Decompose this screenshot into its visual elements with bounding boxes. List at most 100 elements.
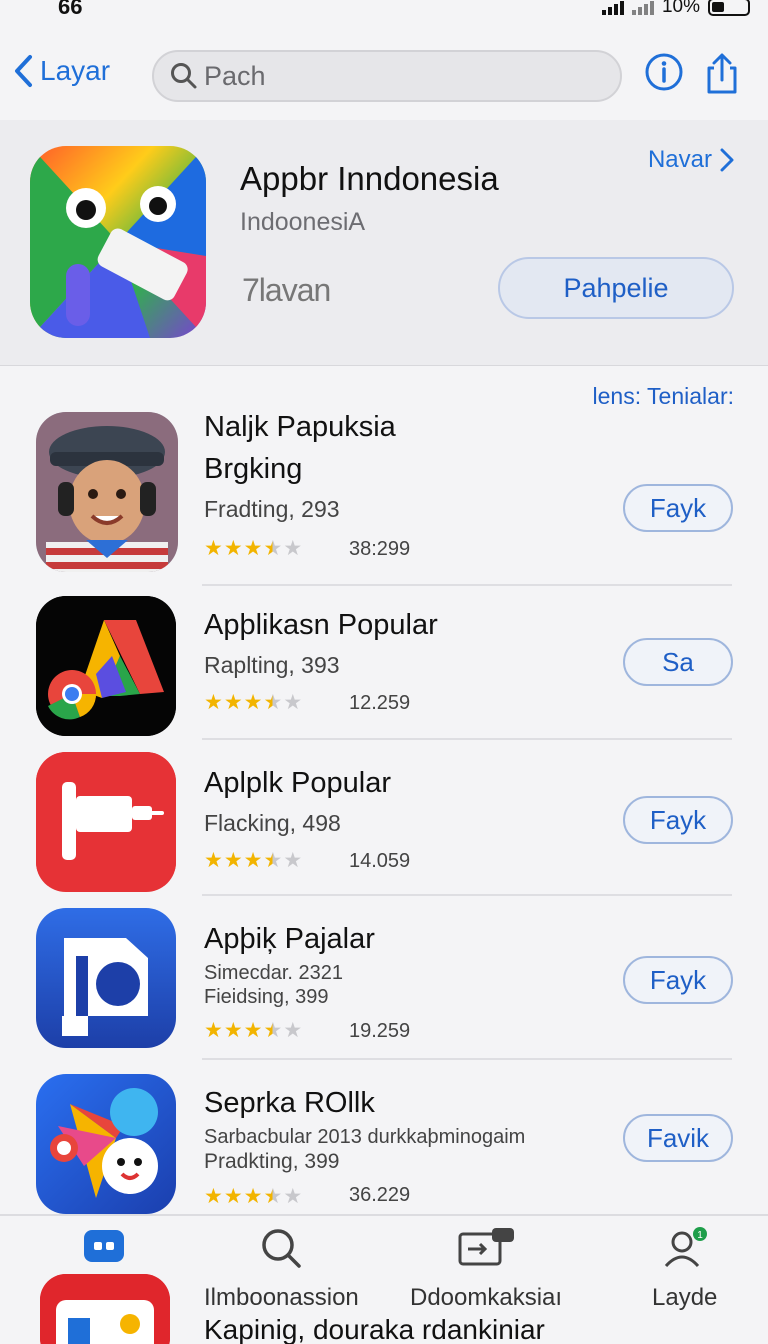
- star-empty-icon: ★: [283, 849, 303, 872]
- boy-headphones-icon: [36, 412, 178, 572]
- rating-count: 12.259: [349, 692, 411, 714]
- chevron-right-icon: [720, 148, 734, 172]
- get-button[interactable]: Fayk: [623, 956, 733, 1004]
- partial-app-title: Kapinig, douraka rdankiniar: [204, 1314, 545, 1344]
- star-rating: ★ ★ ★ ★ ★: [204, 1018, 302, 1043]
- info-icon: [645, 53, 683, 91]
- star-empty-icon: ★: [283, 691, 303, 714]
- share-button[interactable]: [702, 52, 746, 96]
- star-full-icon: ★: [204, 1185, 223, 1208]
- app-name: Aplplk Popular: [204, 767, 391, 799]
- star-full-icon: ★: [223, 691, 243, 714]
- star-rating: ★ ★ ★ ★ ★: [204, 848, 302, 873]
- star-half-icon: ★: [263, 537, 283, 560]
- back-label: Layar: [40, 55, 111, 86]
- featured-more-label: Navar: [647, 146, 712, 173]
- status-right: 10%: [601, 0, 750, 18]
- battery-percent: 10%: [661, 0, 700, 17]
- partial-app-icon: [40, 1274, 170, 1344]
- star-empty-icon: ★: [283, 1185, 303, 1208]
- star-full-icon: ★: [223, 1185, 243, 1208]
- navigation-bar: Layar: [0, 44, 768, 108]
- tab-account[interactable]: 1 Layde: [652, 1226, 717, 1312]
- today-icon: [84, 1230, 124, 1262]
- rating-count: 14.059: [349, 850, 411, 872]
- tab-today[interactable]: [82, 1226, 126, 1280]
- tab-label: Ilmboonassion: [204, 1284, 359, 1311]
- red-plug-icon: [36, 752, 176, 892]
- get-button[interactable]: Sa: [623, 638, 733, 686]
- star-full-icon: ★: [223, 1019, 243, 1042]
- star-full-icon: ★: [204, 691, 223, 714]
- divider: [202, 1058, 732, 1060]
- info-button[interactable]: [644, 52, 688, 96]
- star-half-icon: ★: [263, 1185, 283, 1208]
- tab-label: Layde: [652, 1284, 718, 1311]
- search-icon: [262, 1229, 302, 1268]
- rating-count: 19.259: [349, 1020, 411, 1042]
- search-input[interactable]: [204, 60, 604, 92]
- svg-text:1: 1: [697, 1230, 703, 1241]
- back-button[interactable]: Layar: [12, 54, 110, 88]
- app-meta: Simecdar. 2321: [204, 962, 343, 984]
- get-button[interactable]: Fayk: [623, 484, 733, 532]
- star-full-icon: ★: [243, 1019, 263, 1042]
- status-bar: 66 10%: [0, 0, 768, 22]
- app-name: Apþiķ Pajalar: [204, 923, 375, 955]
- star-half-icon: ★: [263, 691, 283, 714]
- get-button[interactable]: Favik: [623, 1114, 733, 1162]
- featured-app-card: Appbr Inndonesia IndoonesiA 7lavan Navar…: [0, 120, 768, 366]
- app-meta: Sarbacbular 2013 durkkaþminogaim: [204, 1126, 526, 1148]
- star-full-icon: ★: [243, 691, 263, 714]
- tab-search[interactable]: Ilmboonassion: [204, 1226, 359, 1312]
- divider: [202, 894, 732, 896]
- star-empty-icon: ★: [283, 1019, 303, 1042]
- app-meta: Flacking, 498: [204, 810, 341, 836]
- featured-app-icon[interactable]: [30, 146, 206, 338]
- tab-arcade[interactable]: Ddoomkaksiaı: [410, 1226, 562, 1312]
- star-empty-icon: ★: [283, 537, 303, 560]
- star-full-icon: ★: [243, 849, 263, 872]
- rating-count: 36.229: [349, 1184, 411, 1206]
- star-full-icon: ★: [204, 1019, 223, 1042]
- app-meta-line2: Fieidsing, 399: [204, 986, 329, 1008]
- star-half-icon: ★: [263, 849, 283, 872]
- divider: [202, 584, 732, 586]
- star-full-icon: ★: [223, 849, 243, 872]
- app-name-line2: Brgking: [204, 453, 303, 485]
- battery-icon: [708, 0, 750, 16]
- get-button[interactable]: Fayk: [623, 796, 733, 844]
- featured-more-link[interactable]: Navar: [648, 146, 734, 174]
- wifi-signal-icon: [631, 0, 654, 15]
- featured-app-title: Appbr Inndonesia: [240, 160, 499, 197]
- star-full-icon: ★: [243, 1185, 263, 1208]
- search-icon: [171, 63, 197, 89]
- divider: [202, 738, 732, 740]
- app-name: Apþlikasn Popular: [204, 609, 438, 641]
- colorful-a-chrome-icon: [36, 596, 176, 736]
- colorful-face-icon: [36, 1074, 176, 1214]
- star-full-icon: ★: [204, 537, 223, 560]
- blue-p-icon: [36, 908, 176, 1048]
- section-see-all-link[interactable]: lens: Tenialar:: [593, 383, 735, 410]
- status-time: 66: [58, 0, 83, 19]
- cellular-signal-icon: [601, 0, 624, 15]
- chevron-left-icon: [15, 55, 32, 87]
- star-rating: ★ ★ ★ ★ ★: [204, 690, 302, 715]
- featured-app-subtitle: IndoonesiA: [240, 208, 366, 236]
- star-full-icon: ★: [204, 849, 223, 872]
- tab-label: Ddoomkaksiaı: [410, 1284, 563, 1311]
- account-icon: 1: [664, 1227, 707, 1268]
- arcade-icon: [458, 1228, 515, 1266]
- star-rating: ★ ★ ★ ★ ★: [204, 1184, 302, 1209]
- star-half-icon: ★: [263, 1019, 283, 1042]
- share-icon: [707, 53, 737, 94]
- app-meta-line2: Pradkting, 399: [204, 1150, 340, 1173]
- app-name: Naljk Papuksia: [204, 411, 396, 443]
- rating-count: 38:299: [349, 538, 411, 560]
- featured-app-rating: 7lavan: [242, 272, 331, 308]
- app-name: Seprka ROllk: [204, 1087, 375, 1119]
- star-rating: ★ ★ ★ ★ ★: [204, 536, 302, 561]
- search-bar[interactable]: [152, 50, 622, 102]
- featured-get-button[interactable]: Pahpelie: [498, 257, 734, 319]
